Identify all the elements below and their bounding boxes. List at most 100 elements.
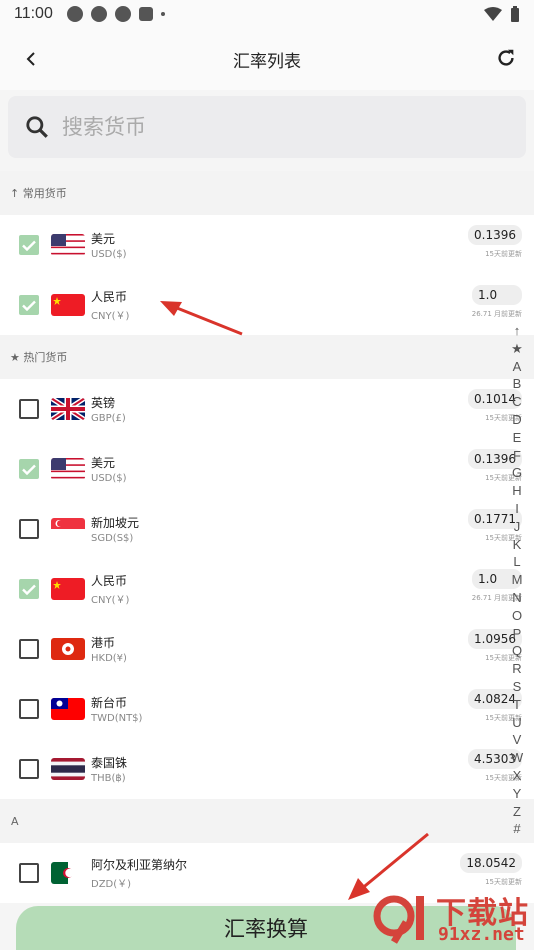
select-checkbox[interactable] <box>19 295 39 315</box>
alphabet-index-letter[interactable]: W <box>511 749 523 767</box>
dz-flag-icon <box>51 862 85 884</box>
currency-row[interactable]: 美元 USD($) 0.1396 15天前更新 <box>0 215 534 275</box>
currency-name: 英镑 <box>91 396 116 410</box>
alphabet-index-letter[interactable]: T <box>513 696 521 714</box>
th-flag-icon <box>51 758 85 780</box>
gb-flag-icon <box>51 398 85 420</box>
currency-name: 港币 <box>91 636 116 650</box>
chevron-left-icon <box>26 52 35 66</box>
alphabet-index-letter[interactable]: U <box>512 714 521 732</box>
select-checkbox[interactable] <box>19 235 39 255</box>
alphabet-index-letter[interactable]: A <box>513 358 522 376</box>
status-bar: 11:00 <box>0 0 534 28</box>
select-checkbox[interactable] <box>19 759 39 779</box>
currency-row[interactable]: 新台币 TWD(NT$) 4.0824 15天前更新 <box>0 679 534 739</box>
battery-icon <box>511 6 519 22</box>
currency-name: 人民币 <box>91 290 128 304</box>
updated-time: 15天前更新 <box>485 250 522 258</box>
alphabet-index-letter[interactable]: ↑ <box>514 322 521 340</box>
section-header-hot: ★ 热门货币 <box>0 335 534 379</box>
currency-name: 阿尔及利亚第纳尔 <box>91 858 188 872</box>
select-checkbox[interactable] <box>19 639 39 659</box>
alphabet-index-letter[interactable]: V <box>513 731 522 749</box>
search-bar[interactable] <box>8 96 526 158</box>
watermark: 下载站 91xz.net <box>364 880 534 950</box>
back-button[interactable] <box>18 46 44 72</box>
alphabet-index-letter[interactable]: K <box>513 536 522 554</box>
currency-name: 人民币 <box>91 574 128 588</box>
alphabet-index-letter[interactable]: X <box>513 767 522 785</box>
currency-row[interactable]: 人民币 CNY(￥) 1.0 26.71 月前更新 <box>0 275 534 335</box>
alphabet-index-letter[interactable]: C <box>512 393 521 411</box>
section-header-a: A <box>0 799 534 843</box>
notification-icon <box>90 6 107 22</box>
alphabet-index-letter[interactable]: L <box>513 553 520 571</box>
exchange-rate[interactable]: 1.0 <box>472 285 522 305</box>
page-title: 汇率列表 <box>233 51 301 72</box>
currency-code: DZD(￥) <box>91 879 132 890</box>
select-checkbox[interactable] <box>19 459 39 479</box>
currency-code: THB(฿) <box>91 773 126 784</box>
check-icon <box>22 584 36 595</box>
currency-code: CNY(￥) <box>91 311 130 322</box>
alphabet-index-letter[interactable]: J <box>514 518 521 536</box>
currency-code: HKD(¥) <box>91 653 127 664</box>
currency-row[interactable]: 新加坡元 SGD(S$) 0.1771 15天前更新 <box>0 499 534 559</box>
alphabet-index-letter[interactable]: B <box>513 375 522 393</box>
currency-code: USD($) <box>91 249 127 260</box>
select-checkbox[interactable] <box>19 699 39 719</box>
section-header-common: ↑ 常用货币 <box>0 171 534 215</box>
cn-flag-icon <box>51 578 85 600</box>
select-checkbox[interactable] <box>19 399 39 419</box>
currency-code: TWD(NT$) <box>91 713 143 724</box>
alphabet-index-letter[interactable]: # <box>513 820 520 838</box>
currency-code: GBP(£) <box>91 413 126 424</box>
us-flag-icon <box>51 458 85 480</box>
search-icon <box>26 116 48 138</box>
currency-code: SGD(S$) <box>91 533 134 544</box>
select-checkbox[interactable] <box>19 519 39 539</box>
alphabet-index-letter[interactable]: E <box>513 429 522 447</box>
alphabet-index-letter[interactable]: D <box>512 411 521 429</box>
alphabet-index-letter[interactable]: ★ <box>511 340 523 358</box>
currency-name: 美元 <box>91 232 116 246</box>
alphabet-index[interactable]: ↑ ★ A B C D E F G H I J K L M N O P Q R S T U V W X Y Z # <box>510 322 524 838</box>
alphabet-index-letter[interactable]: P <box>513 625 522 643</box>
search-input[interactable] <box>62 115 442 139</box>
alphabet-index-letter[interactable]: F <box>513 447 521 465</box>
alphabet-index-letter[interactable]: Y <box>513 785 522 803</box>
currency-row[interactable]: 泰国铢 THB(฿) 4.5303 15天前更新 <box>0 739 534 799</box>
check-icon <box>22 300 36 311</box>
alphabet-index-letter[interactable]: S <box>513 678 522 696</box>
notification-icon <box>66 6 83 22</box>
cn-flag-icon <box>51 294 85 316</box>
currency-row[interactable]: 英镑 GBP(£) 0.1014 15天前更新 <box>0 379 534 439</box>
currency-row[interactable]: 港币 HKD(¥) 1.0956 15天前更新 <box>0 619 534 679</box>
exchange-rate[interactable]: 18.0542 <box>460 853 522 873</box>
currency-row[interactable]: 人民币 CNY(￥) 1.0 26.71 月前更新 <box>0 559 534 619</box>
alphabet-index-letter[interactable]: N <box>512 589 521 607</box>
currency-name: 泰国铢 <box>91 756 128 770</box>
hk-flag-icon <box>51 638 85 660</box>
more-notifications-icon <box>160 12 165 16</box>
alphabet-index-letter[interactable]: G <box>512 464 522 482</box>
annotation-arrow-icon <box>160 301 243 336</box>
alphabet-index-letter[interactable]: O <box>512 607 522 625</box>
exchange-rate[interactable]: 0.1396 <box>468 225 522 245</box>
currency-code: USD($) <box>91 473 127 484</box>
alphabet-index-letter[interactable]: H <box>512 482 521 500</box>
alphabet-index-letter[interactable]: M <box>512 571 523 589</box>
alphabet-index-letter[interactable]: I <box>515 500 519 518</box>
app-bar: 汇率列表 <box>0 28 534 90</box>
notification-icons <box>66 6 165 22</box>
currency-row[interactable]: 美元 USD($) 0.1396 15天前更新 <box>0 439 534 499</box>
alphabet-index-letter[interactable]: R <box>512 660 521 678</box>
status-time: 11:00 <box>14 5 53 22</box>
site-logo-icon <box>373 895 424 944</box>
refresh-button[interactable] <box>492 44 520 72</box>
alphabet-index-letter[interactable]: Z <box>513 803 521 821</box>
select-checkbox[interactable] <box>19 579 39 599</box>
alphabet-index-letter[interactable]: Q <box>512 642 522 660</box>
updated-time: 26.71 月前更新 <box>471 310 522 318</box>
select-checkbox[interactable] <box>19 863 39 883</box>
